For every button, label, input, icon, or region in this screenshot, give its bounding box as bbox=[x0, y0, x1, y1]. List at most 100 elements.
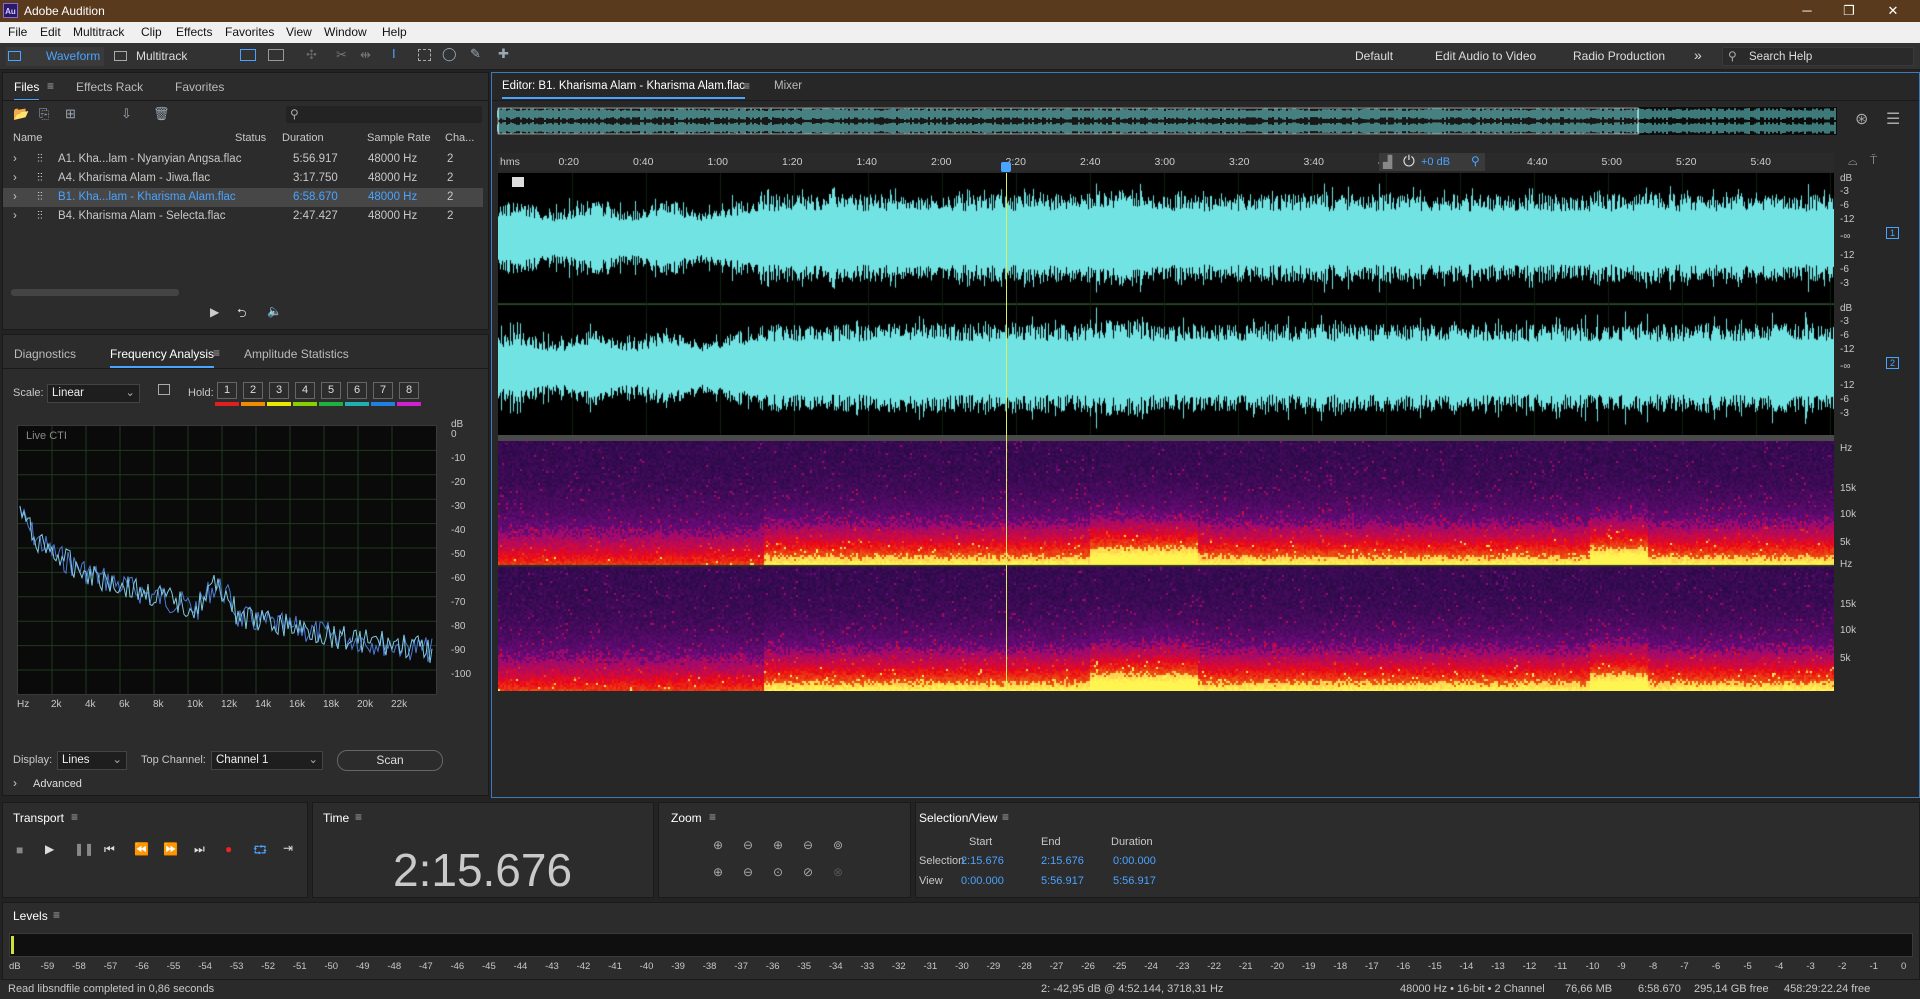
spectral-frequency-icon[interactable] bbox=[240, 49, 256, 61]
zoom-out-time-icon[interactable]: ⊖ bbox=[803, 838, 813, 852]
lasso-tool-icon[interactable]: ◯ bbox=[442, 46, 457, 62]
hold-button[interactable]: 7 bbox=[373, 382, 393, 399]
rewind-icon[interactable]: ⏪ bbox=[134, 842, 149, 856]
play-preview-icon[interactable]: ▶ bbox=[210, 305, 219, 319]
workspace-default[interactable]: Default bbox=[1355, 49, 1393, 63]
move-tool-icon[interactable]: ✣ bbox=[306, 47, 317, 63]
brush-tool-icon[interactable]: ✎ bbox=[470, 46, 481, 62]
menu-edit[interactable]: Edit bbox=[40, 25, 61, 39]
hold-button[interactable]: 2 bbox=[243, 382, 263, 399]
workspace-radio-production[interactable]: Radio Production bbox=[1573, 49, 1665, 63]
zoom-out-amplitude-icon[interactable]: ⊖ bbox=[743, 838, 753, 852]
panel-menu-icon[interactable]: ≡ bbox=[71, 810, 78, 824]
fast-forward-icon[interactable]: ⏩ bbox=[163, 842, 178, 856]
loop-preview-icon[interactable]: ⮌ bbox=[237, 304, 247, 325]
waveform-display[interactable] bbox=[498, 173, 1834, 435]
top-channel-dropdown[interactable]: Channel 1 ⌄ bbox=[211, 751, 323, 770]
expand-icon[interactable]: › bbox=[13, 153, 17, 165]
maximize-button[interactable]: ❐ bbox=[1832, 2, 1866, 20]
files-search-input[interactable]: ⚲ bbox=[286, 106, 482, 123]
tab-amplitude-statistics[interactable]: Amplitude Statistics bbox=[244, 347, 349, 361]
playhead[interactable] bbox=[1006, 173, 1007, 691]
waveform-button[interactable]: Waveform bbox=[6, 47, 104, 66]
gain-knob-icon[interactable]: ⏻ bbox=[1403, 153, 1415, 170]
col-status[interactable]: Status bbox=[235, 132, 266, 144]
panel-menu-icon[interactable]: ≡ bbox=[1002, 810, 1009, 824]
advanced-label[interactable]: Advanced bbox=[33, 778, 82, 790]
panel-menu-icon[interactable]: ≡ bbox=[355, 810, 362, 824]
workspace-edit-audio-to-video[interactable]: Edit Audio to Video bbox=[1435, 49, 1536, 63]
expand-icon[interactable]: › bbox=[13, 210, 17, 222]
playhead-handle[interactable] bbox=[1001, 162, 1011, 172]
time-ruler[interactable]: hms 0:20 0:40 1:00 1:20 1:40 2:00 2:20 2:40 3:00 3… bbox=[498, 153, 1834, 171]
slip-tool-icon[interactable]: ⇹ bbox=[360, 47, 371, 63]
hold-button[interactable]: 4 bbox=[295, 382, 315, 399]
files-scrollbar[interactable] bbox=[11, 289, 179, 296]
gain-value[interactable]: +0 dB bbox=[1421, 156, 1450, 168]
menu-multitrack[interactable]: Multitrack bbox=[73, 25, 124, 39]
menu-clip[interactable]: Clip bbox=[141, 25, 162, 39]
waveform-overview[interactable] bbox=[497, 107, 1837, 135]
zoom-in-point-icon[interactable]: ⊕ bbox=[713, 865, 723, 879]
advanced-expand-icon[interactable]: › bbox=[13, 776, 17, 790]
time-display[interactable]: 2:15.676 bbox=[393, 843, 572, 897]
time-selection-tool-icon[interactable]: I bbox=[392, 46, 396, 61]
zoom-selection-edges-icon[interactable]: ⊘ bbox=[803, 865, 813, 879]
menu-window[interactable]: Window bbox=[324, 25, 367, 39]
skip-icon[interactable]: ⇥ bbox=[283, 841, 293, 855]
multitrack-button[interactable]: Multitrack bbox=[114, 47, 204, 66]
tab-files[interactable]: Files bbox=[14, 80, 39, 94]
panel-menu-icon[interactable]: ≡ bbox=[213, 346, 220, 360]
zoom-full-icon[interactable]: ⊚ bbox=[833, 838, 843, 852]
marquee-tool-icon[interactable] bbox=[418, 49, 431, 61]
hold-button[interactable]: 1 bbox=[217, 382, 237, 399]
view-duration[interactable]: 5:56.917 bbox=[1113, 875, 1156, 887]
loop-icon[interactable]: ⮔ bbox=[253, 841, 267, 862]
zoom-out-point-icon[interactable]: ⊖ bbox=[743, 865, 753, 879]
zoom-to-selection-icon[interactable]: ⊙ bbox=[773, 865, 783, 879]
file-row-selected[interactable]: › ⫶⫶ B1. Kha...lam - Kharisma Alam.flac 6… bbox=[3, 188, 483, 207]
snap-icon[interactable]: ⌓ bbox=[1848, 154, 1858, 169]
selection-end[interactable]: 2:15.676 bbox=[1041, 855, 1084, 867]
menu-favorites[interactable]: Favorites bbox=[225, 25, 274, 39]
marker-icon[interactable]: ⍑ bbox=[1870, 153, 1877, 168]
view-end[interactable]: 5:56.917 bbox=[1041, 875, 1084, 887]
channel-1-badge[interactable]: 1 bbox=[1886, 227, 1899, 239]
view-start[interactable]: 0:00.000 bbox=[961, 875, 1004, 887]
record-icon[interactable]: ● bbox=[225, 842, 232, 856]
tab-effects-rack[interactable]: Effects Rack bbox=[76, 80, 143, 94]
razor-tool-icon[interactable]: ✂ bbox=[336, 47, 347, 63]
panel-menu-icon[interactable]: ≡ bbox=[709, 810, 716, 824]
hold-button[interactable]: 3 bbox=[269, 382, 289, 399]
previous-icon[interactable]: ⏮ bbox=[104, 842, 115, 857]
editor-menu-icon[interactable]: ≡ bbox=[743, 79, 750, 93]
auto-play-icon[interactable]: 🔈 bbox=[267, 304, 282, 318]
file-row[interactable]: › ⫶⫶ B4. Kharisma Alam - Selecta.flac 2:4… bbox=[3, 207, 483, 226]
pause-icon[interactable]: ❚❚ bbox=[74, 842, 94, 856]
file-row[interactable]: › ⫶⫶ A4. Kharisma Alam - Jiwa.flac 3:17.7… bbox=[3, 169, 483, 188]
hold-button[interactable]: 8 bbox=[399, 382, 419, 399]
expand-icon[interactable]: › bbox=[13, 172, 17, 184]
zoom-in-time-icon[interactable]: ⊕ bbox=[773, 838, 783, 852]
col-channels[interactable]: Cha... bbox=[445, 132, 474, 144]
expand-icon[interactable]: › bbox=[13, 191, 17, 203]
scan-button[interactable]: Scan bbox=[337, 750, 443, 771]
file-row[interactable]: › ⫶⫶ A1. Kha...lam - Nyanyian Angsa.flac … bbox=[3, 150, 483, 169]
menu-help[interactable]: Help bbox=[382, 25, 407, 39]
col-sample-rate[interactable]: Sample Rate bbox=[367, 132, 431, 144]
spectral-display[interactable] bbox=[498, 441, 1834, 691]
menu-file[interactable]: File bbox=[8, 25, 27, 39]
channel-2-badge[interactable]: 2 bbox=[1886, 357, 1899, 369]
display-dropdown[interactable]: Lines ⌄ bbox=[57, 751, 127, 770]
delete-icon[interactable]: 🗑 bbox=[153, 106, 170, 122]
selection-duration[interactable]: 0:00.000 bbox=[1113, 855, 1156, 867]
play-icon[interactable]: ▶ bbox=[45, 842, 54, 856]
selection-start[interactable]: 2:15.676 bbox=[961, 855, 1004, 867]
hold-button[interactable]: 6 bbox=[347, 382, 367, 399]
pin-icon[interactable]: ⚲ bbox=[1471, 154, 1480, 168]
menu-effects[interactable]: Effects bbox=[176, 25, 212, 39]
search-help-field[interactable]: ⚲ Search Help bbox=[1722, 47, 1914, 66]
zoom-in-amplitude-icon[interactable]: ⊕ bbox=[713, 838, 723, 852]
scale-dropdown[interactable]: Linear ⌄ bbox=[47, 384, 140, 403]
zoom-to-fit-icon[interactable]: ⊛ bbox=[1855, 109, 1868, 129]
